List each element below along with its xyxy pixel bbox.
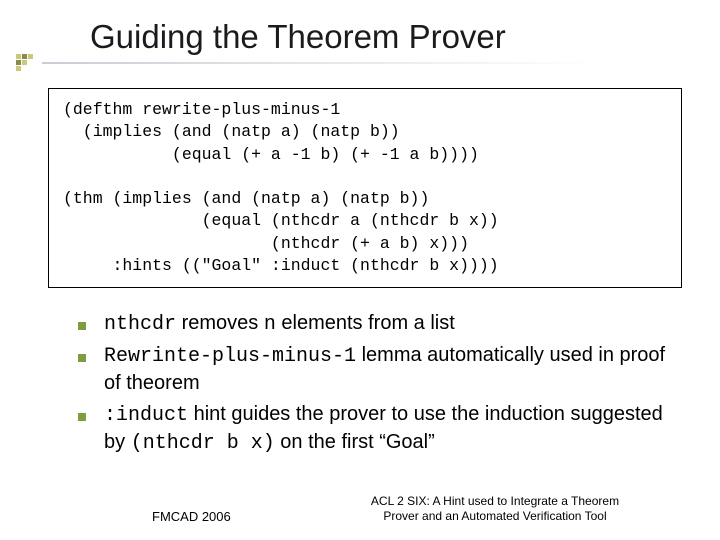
code-block: (defthm rewrite-plus-minus-1 (implies (a… — [48, 88, 682, 288]
code-span: :induct — [104, 404, 188, 427]
footer-right: ACL 2 SIX: A Hint used to Integrate a Th… — [360, 494, 630, 524]
bullet-icon — [78, 322, 86, 330]
bullet-list: nthcdr removes n elements from a list Re… — [78, 310, 672, 457]
list-item: :induct hint guides the prover to use th… — [78, 401, 672, 457]
code-span: n — [264, 313, 276, 336]
list-item: nthcdr removes n elements from a list — [78, 310, 672, 338]
bullet-icon — [78, 354, 86, 362]
bullet-icon — [78, 413, 86, 421]
bullet-text: :induct hint guides the prover to use th… — [104, 401, 672, 457]
footer: FMCAD 2006 ACL 2 SIX: A Hint used to Int… — [0, 509, 720, 524]
code-span: (nthcdr b x) — [131, 432, 275, 455]
title-underline — [42, 62, 602, 64]
slide-content: Guiding the Theorem Prover (defthm rewri… — [0, 0, 720, 457]
code-span: Rewrinte-plus-minus-1 — [104, 345, 356, 368]
footer-left: FMCAD 2006 — [152, 509, 231, 524]
list-item: Rewrinte-plus-minus-1 lemma automaticall… — [78, 342, 672, 397]
bullet-text: nthcdr removes n elements from a list — [104, 310, 455, 338]
text-span: elements from a list — [276, 312, 455, 334]
code-span: nthcdr — [104, 313, 176, 336]
text-span: removes — [176, 312, 264, 334]
page-title: Guiding the Theorem Prover — [90, 18, 672, 56]
accent-dots-icon — [16, 54, 34, 78]
text-span: on the first “Goal” — [275, 431, 435, 453]
bullet-text: Rewrinte-plus-minus-1 lemma automaticall… — [104, 342, 672, 397]
